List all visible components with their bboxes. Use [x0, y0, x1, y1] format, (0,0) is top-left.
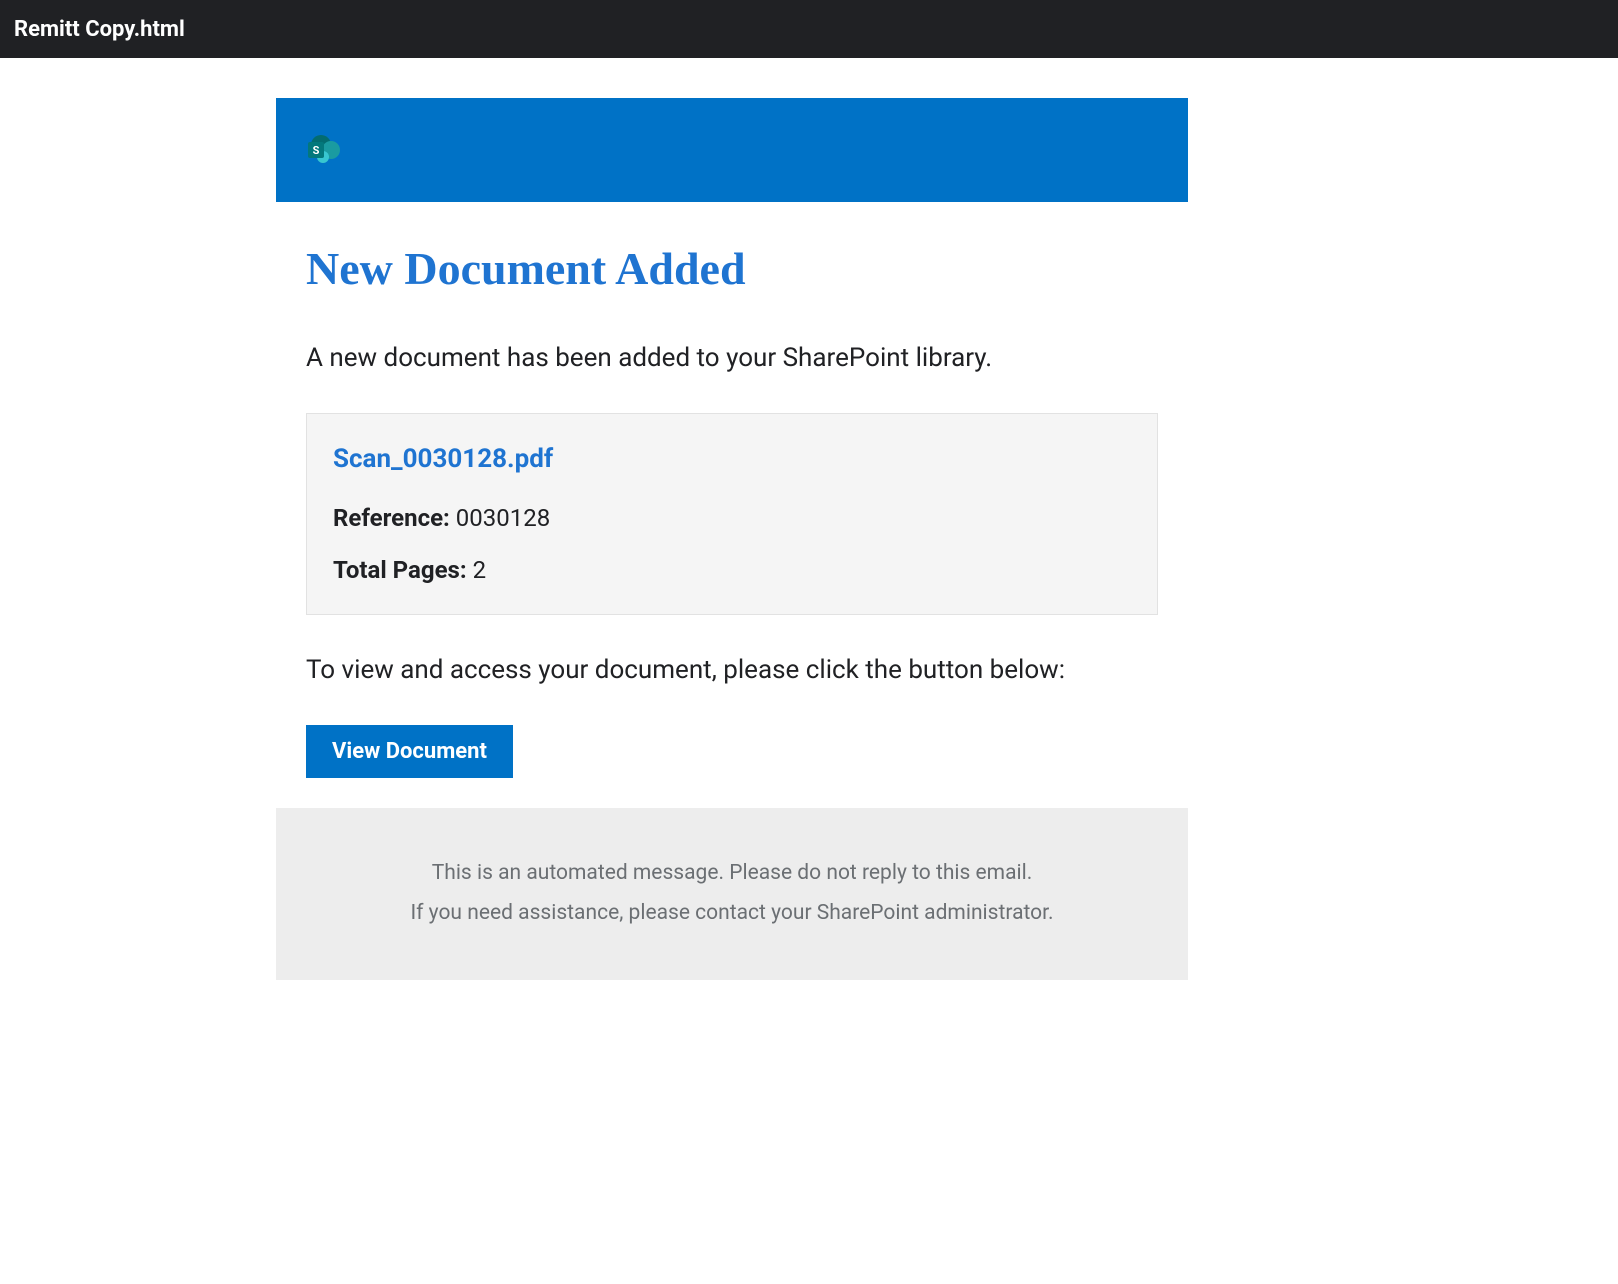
reference-row: Reference: 0030128: [333, 504, 1131, 532]
banner: S: [276, 98, 1188, 202]
footer-line-2: If you need assistance, please contact y…: [296, 894, 1168, 934]
email-heading: New Document Added: [306, 242, 1158, 295]
reference-label: Reference:: [333, 504, 450, 532]
window-titlebar: Remitt Copy.html: [0, 0, 1618, 58]
sharepoint-icon-letter: S: [308, 142, 324, 158]
email-card: S New Document Added A new document has …: [276, 98, 1188, 980]
instruction-text: To view and access your document, please…: [306, 655, 1158, 685]
page-body: S New Document Added A new document has …: [0, 58, 1618, 980]
window-title: Remitt Copy.html: [14, 17, 185, 42]
document-filename-link[interactable]: Scan_0030128.pdf: [333, 444, 1131, 474]
view-document-button[interactable]: View Document: [306, 725, 513, 778]
email-content: New Document Added A new document has be…: [276, 202, 1188, 808]
document-info-box: Scan_0030128.pdf Reference: 0030128 Tota…: [306, 413, 1158, 615]
sharepoint-icon: S: [308, 135, 342, 165]
intro-text: A new document has been added to your Sh…: [306, 343, 1158, 373]
pages-value: 2: [473, 556, 487, 584]
pages-row: Total Pages: 2: [333, 556, 1131, 584]
footer-line-1: This is an automated message. Please do …: [296, 854, 1168, 894]
reference-value: 0030128: [456, 504, 550, 532]
email-footer: This is an automated message. Please do …: [276, 808, 1188, 980]
pages-label: Total Pages:: [333, 556, 467, 584]
